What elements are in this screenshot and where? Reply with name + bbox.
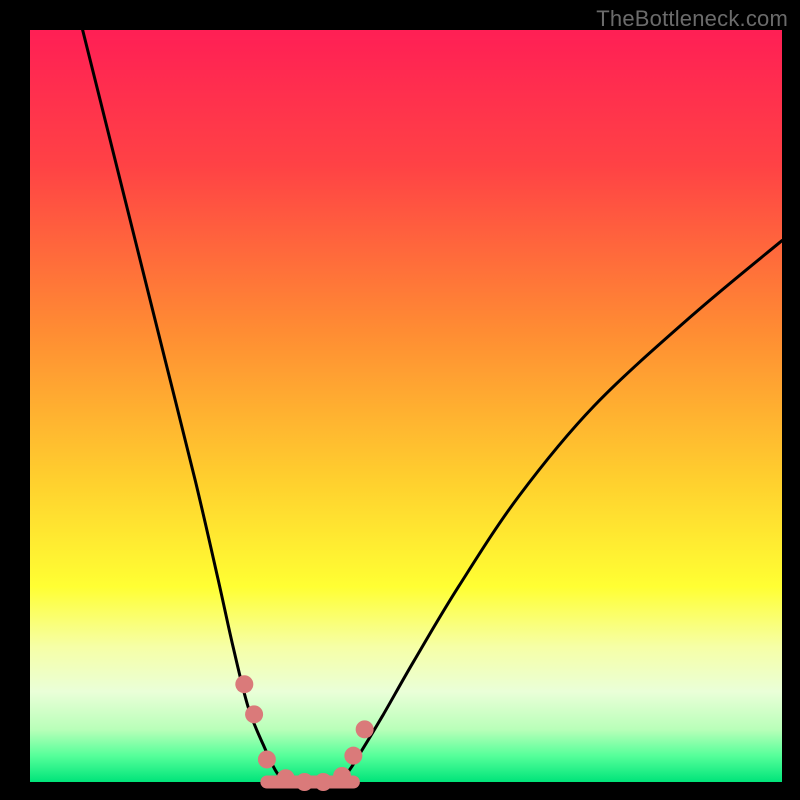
highlight-marker bbox=[344, 747, 362, 765]
highlight-marker bbox=[333, 767, 351, 785]
highlight-marker bbox=[356, 720, 374, 738]
plot-background bbox=[30, 30, 782, 782]
bottleneck-chart bbox=[0, 0, 800, 800]
highlight-marker bbox=[314, 773, 332, 791]
highlight-marker bbox=[258, 750, 276, 768]
chart-container: TheBottleneck.com bbox=[0, 0, 800, 800]
highlight-marker bbox=[295, 773, 313, 791]
highlight-marker bbox=[277, 769, 295, 787]
watermark-text: TheBottleneck.com bbox=[596, 6, 788, 32]
highlight-marker bbox=[245, 705, 263, 723]
highlight-marker bbox=[235, 675, 253, 693]
